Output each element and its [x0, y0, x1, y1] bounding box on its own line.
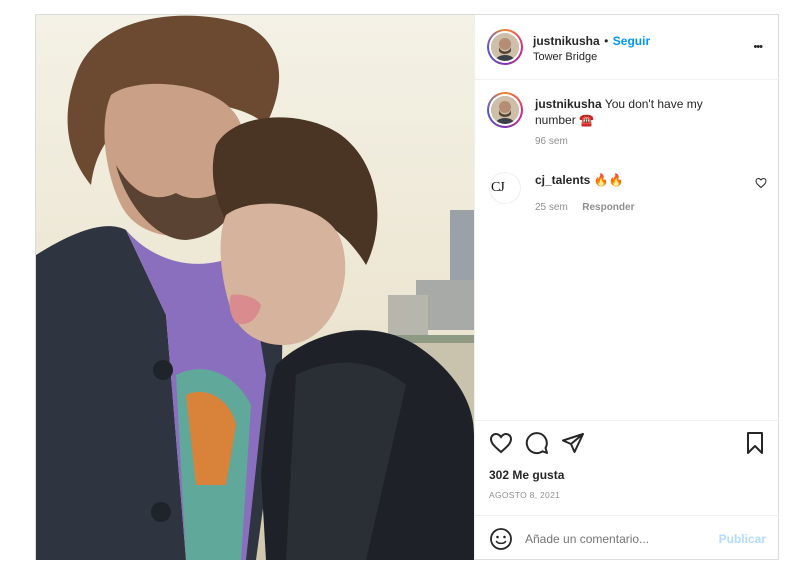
- reply-button[interactable]: Responder: [582, 202, 634, 213]
- post-side-panel: justnikusha • Seguir Tower Bridge ••• ju…: [474, 15, 780, 560]
- post-header: justnikusha • Seguir Tower Bridge •••: [475, 15, 780, 80]
- bookmark-icon[interactable]: [743, 431, 767, 460]
- photo-illustration: [36, 15, 474, 560]
- follow-button[interactable]: Seguir: [613, 34, 650, 48]
- comment-username[interactable]: cj_talents: [535, 173, 590, 187]
- author-avatar[interactable]: [487, 29, 523, 65]
- comment-avatar-logo: CJ: [491, 180, 505, 195]
- comment-item: CJ cj_talents 🔥🔥 25 sem Responder: [475, 164, 780, 224]
- publish-button[interactable]: Publicar: [719, 532, 766, 546]
- paper-plane-icon[interactable]: [561, 431, 585, 460]
- heart-icon[interactable]: [489, 431, 513, 460]
- caption: justnikusha You don't have my number ☎️ …: [475, 80, 780, 160]
- comment-composer: Publicar: [475, 515, 780, 561]
- post-photo[interactable]: [36, 15, 474, 560]
- caption-age[interactable]: 96 sem: [535, 136, 568, 147]
- caption-avatar-image: [491, 96, 519, 124]
- post-actions: 302 Me gusta AGOSTO 8, 2021: [475, 420, 780, 516]
- comment-text: 🔥🔥: [593, 173, 624, 187]
- header-separator: •: [604, 34, 609, 48]
- instagram-post: justnikusha • Seguir Tower Bridge ••• ju…: [35, 14, 780, 560]
- comment-avatar[interactable]: CJ: [489, 172, 521, 204]
- smiley-icon[interactable]: [489, 527, 513, 556]
- comment-input[interactable]: [523, 528, 707, 550]
- post-date[interactable]: AGOSTO 8, 2021: [489, 490, 560, 500]
- likes-count[interactable]: 302 Me gusta: [489, 468, 564, 482]
- post-location[interactable]: Tower Bridge: [533, 51, 597, 63]
- comment-age[interactable]: 25 sem: [535, 202, 568, 213]
- more-options-icon[interactable]: •••: [753, 41, 763, 53]
- author-avatar-image: [491, 33, 519, 61]
- small-heart-icon[interactable]: [755, 176, 767, 194]
- caption-username[interactable]: justnikusha: [535, 97, 602, 111]
- comment-icon[interactable]: [525, 431, 549, 460]
- comments-list: justnikusha You don't have my number ☎️ …: [475, 80, 780, 420]
- author-username[interactable]: justnikusha: [533, 34, 600, 48]
- caption-avatar[interactable]: [487, 92, 523, 128]
- more-options-label: •••: [753, 41, 763, 53]
